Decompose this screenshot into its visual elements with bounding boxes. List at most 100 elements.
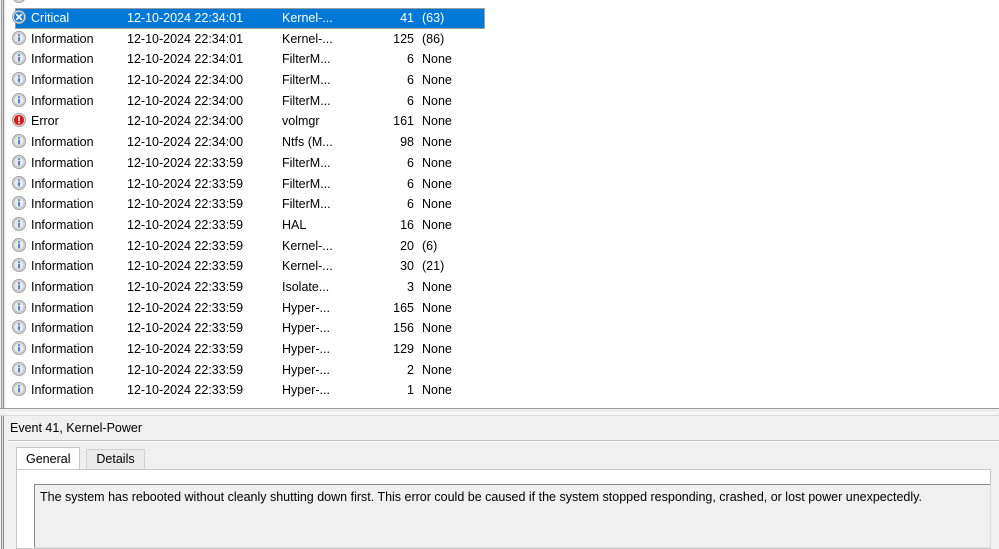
information-icon: [12, 278, 26, 293]
event-row[interactable]: Information 12-10-2024 22:34:00 FilterM...…: [7, 70, 999, 91]
event-row[interactable]: Information 12-10-2024 22:33:59 Hyper-... 1…: [7, 318, 999, 339]
event-level-text: Information: [31, 259, 94, 274]
event-datetime-text: 12-10-2024 22:33:59: [127, 383, 244, 398]
event-level-icon-cell: [12, 92, 30, 107]
event-row[interactable]: Information12-10-2024 22:34:01Driver ...…: [7, 0, 999, 8]
event-level-icon-cell: [12, 51, 30, 66]
event-source-text: Hyper-...: [282, 321, 330, 336]
event-level-icon-cell: [12, 134, 30, 149]
event-id-text: 129: [393, 342, 414, 356]
event-datetime-text: 12-10-2024 22:33:59: [127, 279, 244, 294]
event-row[interactable]: Information 12-10-2024 22:34:00 FilterM...…: [7, 91, 999, 112]
event-source-text: Kernel-...: [282, 238, 333, 253]
event-datetime-text: 12-10-2024 22:34:00: [127, 114, 244, 129]
event-level-icon-cell: [12, 175, 30, 190]
event-category-text: None: [422, 176, 452, 191]
event-level-icon-cell: [12, 196, 30, 211]
detail-tab-general[interactable]: General: [16, 447, 81, 469]
event-row[interactable]: Information 12-10-2024 22:33:59 HAL 16 None: [7, 215, 999, 236]
event-id-text: 16: [400, 217, 414, 232]
event-rows-container[interactable]: Information12-10-2024 22:34:01Driver ...…: [7, 0, 999, 408]
event-id-text: 6: [407, 197, 414, 212]
event-row[interactable]: Information 12-10-2024 22:33:59 Hyper-... 1…: [7, 339, 999, 360]
event-row[interactable]: Information 12-10-2024 22:33:59 Kernel-...…: [7, 256, 999, 277]
critical-icon: [12, 10, 26, 24]
event-row[interactable]: Information 12-10-2024 22:33:59 Isolate...…: [7, 277, 999, 298]
event-source-text: volmgr: [282, 114, 320, 129]
event-row[interactable]: Information 12-10-2024 22:33:59 Hyper-... 1…: [7, 298, 999, 319]
event-source-text: Kernel-...: [282, 259, 333, 274]
information-icon: [12, 382, 26, 397]
event-id-text: 6: [407, 155, 414, 170]
event-source-text: Kernel-...: [282, 11, 333, 25]
event-level-icon-cell: [12, 0, 30, 3]
event-row[interactable]: Information 12-10-2024 22:33:59 Hyper-... 1…: [7, 380, 999, 401]
information-icon: [12, 134, 26, 149]
event-category-text: None: [422, 135, 452, 150]
event-level-icon-cell: [12, 361, 30, 376]
event-source-text: FilterM...: [282, 176, 331, 191]
event-datetime-text: 12-10-2024 22:33:59: [127, 321, 244, 336]
event-level-text: Error: [31, 114, 59, 129]
event-level-icon-cell: [12, 299, 30, 314]
event-row[interactable]: Information 12-10-2024 22:34:01 FilterM...…: [7, 49, 999, 70]
event-row[interactable]: Critical 12-10-2024 22:34:01 Kernel-... 41 (…: [7, 8, 999, 29]
event-datetime-text: 12-10-2024 22:34:01: [127, 31, 244, 46]
detail-tab-details[interactable]: Details: [86, 449, 145, 469]
event-row[interactable]: Information 12-10-2024 22:33:59 FilterM...…: [7, 153, 999, 174]
event-row[interactable]: Information 12-10-2024 22:33:59 FilterM...…: [7, 194, 999, 215]
event-level-icon-cell: [12, 278, 30, 293]
event-description-box[interactable]: The system has rebooted without cleanly …: [34, 484, 991, 548]
event-row[interactable]: Information 12-10-2024 22:33:59 Hyper-... 2…: [7, 360, 999, 381]
event-datetime-text: 12-10-2024 22:33:59: [127, 362, 244, 377]
information-icon: [12, 258, 26, 273]
event-list-pane[interactable]: Information12-10-2024 22:34:01Driver ...…: [0, 0, 999, 408]
event-id-text: 3: [407, 279, 414, 294]
event-category-text: None: [422, 279, 452, 294]
event-id-text: 20: [400, 238, 414, 253]
event-category-text: None: [422, 73, 452, 88]
information-icon: [12, 299, 26, 314]
event-level-icon-cell: [12, 216, 30, 231]
event-row[interactable]: Information 12-10-2024 22:34:01 Kernel-...…: [7, 29, 999, 50]
event-datetime-text: 12-10-2024 22:33:59: [127, 259, 244, 274]
event-category-text: None: [422, 383, 452, 398]
event-id-text: 161: [393, 114, 414, 129]
event-datetime-text: 12-10-2024 22:33:59: [127, 300, 244, 315]
event-source-text: FilterM...: [282, 73, 331, 88]
event-datetime-text: 12-10-2024 22:34:00: [127, 73, 244, 88]
information-icon: [12, 72, 26, 87]
information-icon: [12, 320, 26, 335]
event-id-text: 30: [400, 259, 414, 274]
event-id-text: 6: [407, 176, 414, 191]
detail-tabstrip[interactable]: General Details: [16, 447, 999, 469]
event-id-text: 125: [393, 31, 414, 46]
event-description-text: The system has rebooted without cleanly …: [40, 490, 922, 504]
event-level-icon-cell: [12, 72, 30, 87]
event-row[interactable]: Error 12-10-2024 22:34:00 volmgr 161 None: [7, 111, 999, 132]
information-icon: [12, 237, 26, 252]
event-source-text: Hyper-...: [282, 300, 330, 315]
event-id-text: 156: [393, 321, 414, 336]
event-source-text: FilterM...: [282, 155, 331, 170]
event-category-text: None: [422, 114, 452, 129]
event-row[interactable]: Information 12-10-2024 22:33:59 FilterM...…: [7, 174, 999, 195]
event-level-text: Critical: [31, 11, 70, 25]
splitter-top-line: [0, 408, 999, 409]
event-level-text: Information: [31, 383, 94, 398]
event-row[interactable]: Information 12-10-2024 22:33:59 Kernel-...…: [7, 236, 999, 257]
event-source-text: Hyper-...: [282, 362, 330, 377]
information-icon: [12, 92, 26, 107]
event-datetime-text: 12-10-2024 22:33:59: [127, 238, 244, 253]
event-detail-pane: Event 41, Kernel-Power General Details Th…: [0, 416, 999, 549]
detail-tab-body: The system has rebooted without cleanly …: [16, 469, 991, 549]
event-category-text: None: [422, 321, 452, 336]
event-datetime-text: 12-10-2024 22:34:01: [127, 11, 244, 25]
horizontal-splitter[interactable]: [0, 408, 999, 416]
event-level-text: Information: [31, 155, 94, 170]
event-row[interactable]: Information 12-10-2024 22:34:00 Ntfs (M...…: [7, 132, 999, 153]
event-level-text: Information: [31, 342, 94, 356]
event-level-icon-cell: [12, 320, 30, 335]
event-datetime-text: 12-10-2024 22:34:00: [127, 135, 244, 150]
event-category-text: None: [422, 362, 452, 377]
